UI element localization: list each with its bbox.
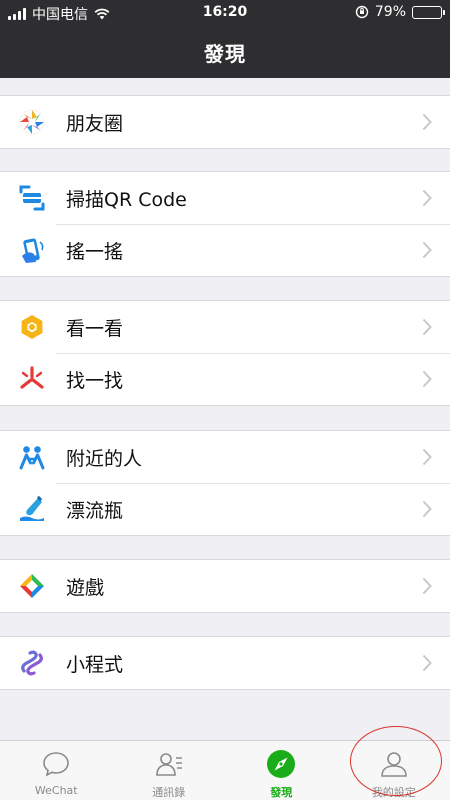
menu-item-top-stories[interactable]: 看一看 [0, 301, 450, 353]
chevron-right-icon [422, 370, 432, 388]
moments-icon [19, 109, 45, 135]
chevron-right-icon [422, 654, 432, 672]
rotation-lock-icon [355, 5, 369, 19]
menu-item-games[interactable]: 遊戲 [0, 560, 450, 612]
chevron-right-icon [422, 113, 432, 131]
chevron-right-icon [422, 577, 432, 595]
menu-group: 小程式 [0, 636, 450, 690]
menu-group: 掃描QR Code 搖一搖 [0, 171, 450, 277]
menu-item-label: 遊戲 [66, 576, 105, 599]
chevron-right-icon [422, 318, 432, 336]
menu-item-label: 小程式 [66, 653, 124, 676]
top-stories-icon [21, 315, 43, 339]
menu-item-shake[interactable]: 搖一搖 [0, 224, 450, 276]
contacts-icon [155, 753, 182, 776]
menu-item-label: 搖一搖 [66, 240, 124, 263]
menu-group: 附近的人 漂流瓶 [0, 430, 450, 536]
menu-item-search[interactable]: 找一找 [0, 353, 450, 405]
menu-item-label: 看一看 [66, 317, 124, 340]
menu-item-label: 掃描QR Code [66, 188, 187, 211]
compass-icon [267, 750, 296, 778]
people-nearby-icon [19, 446, 45, 470]
chevron-right-icon [422, 448, 432, 466]
tab-label: 通訊錄 [152, 786, 186, 799]
menu-group: 看一看 找一找 [0, 300, 450, 406]
tab-label: 發現 [270, 786, 293, 799]
search-icon [20, 366, 44, 389]
chevron-right-icon [422, 189, 432, 207]
menu-item-label: 找一找 [66, 369, 124, 392]
drift-bottle-icon [20, 496, 44, 521]
menu-item-scan-qr[interactable]: 掃描QR Code [0, 172, 450, 224]
menu-item-moments[interactable]: 朋友圈 [0, 96, 450, 148]
menu-group: 遊戲 [0, 559, 450, 613]
tab-contacts[interactable]: 通訊錄 [113, 741, 226, 800]
tab-wechat[interactable]: WeChat [0, 741, 113, 800]
menu-item-label: 附近的人 [66, 447, 143, 470]
menu-item-drift-bottle[interactable]: 漂流瓶 [0, 483, 450, 535]
tab-label: WeChat [34, 784, 78, 797]
top-bar: 中国电信 16:20 79% 發現 [0, 0, 450, 78]
menu-item-label: 朋友圈 [66, 112, 124, 135]
battery-percent: 79% [374, 4, 406, 20]
page-title: 發現 [204, 42, 246, 66]
shake-icon [22, 238, 44, 263]
status-bar: 中国电信 16:20 79% [0, 0, 450, 24]
battery-icon [412, 5, 445, 19]
chat-bubble-icon [43, 752, 70, 777]
menu-item-mini-programs[interactable]: 小程式 [0, 637, 450, 689]
menu-group: 朋友圈 [0, 95, 450, 149]
chevron-right-icon [422, 500, 432, 518]
scan-qr-icon [19, 185, 45, 211]
games-icon [20, 574, 44, 598]
tab-discover[interactable]: 發現 [225, 741, 338, 800]
menu-item-people-nearby[interactable]: 附近的人 [0, 431, 450, 483]
annotation-circle [350, 726, 442, 796]
menu-item-label: 漂流瓶 [66, 499, 124, 522]
chevron-right-icon [422, 241, 432, 259]
mini-programs-icon [21, 650, 43, 676]
